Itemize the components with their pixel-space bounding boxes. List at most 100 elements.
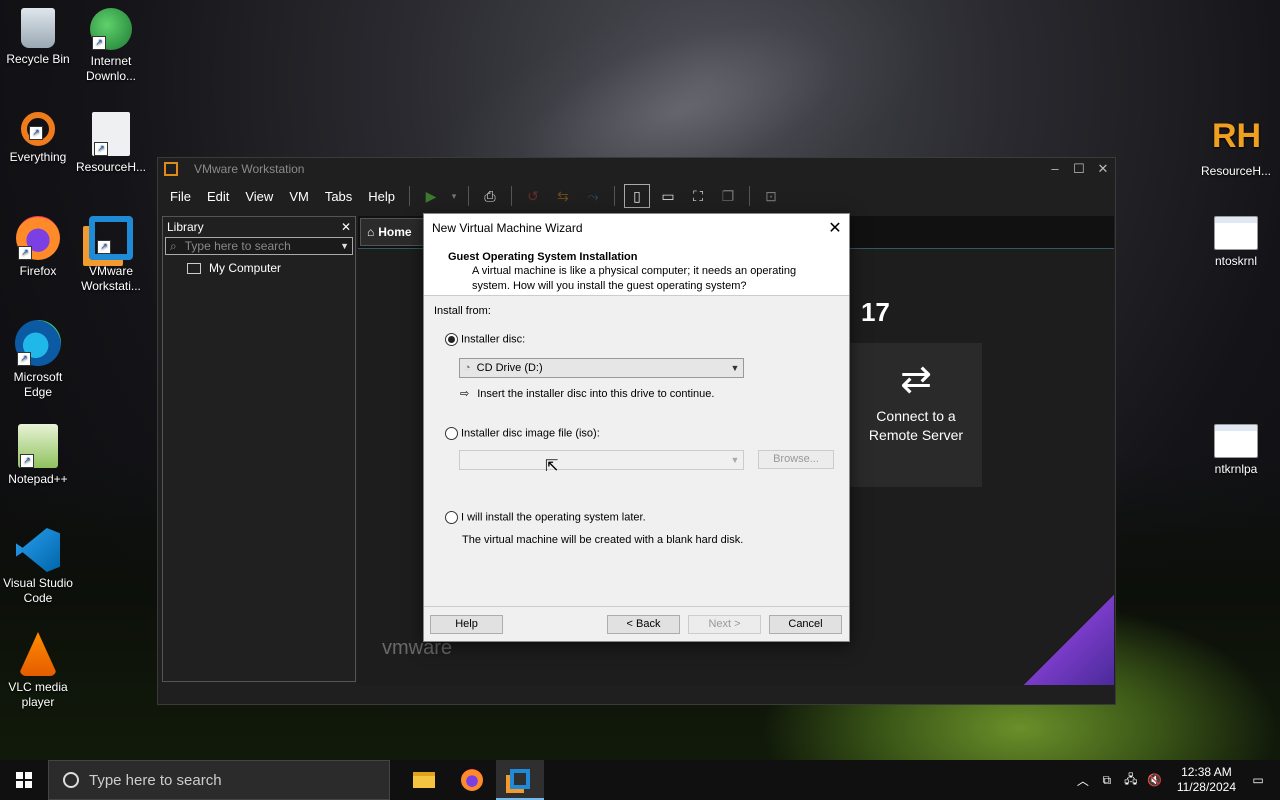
radio-install-later[interactable]: I will install the operating system late… — [445, 511, 646, 524]
desktop-icon-vmware[interactable]: ↗ VMware Workstati... — [73, 212, 149, 294]
wizard-subtext-line1: A virtual machine is like a physical com… — [472, 265, 797, 277]
windows-logo-icon — [16, 772, 32, 788]
menu-file[interactable]: File — [162, 189, 199, 204]
taskbar-firefox[interactable] — [448, 760, 496, 800]
desktop-icon-label: Microsoft Edge — [13, 370, 63, 399]
desktop-icon-label: ResourceH... — [1200, 164, 1272, 178]
connect-remote-server-card[interactable]: ⇄ Connect to a Remote Server — [850, 343, 982, 487]
send-keys-icon[interactable]: ⎙ — [478, 185, 502, 207]
play-icon[interactable]: ▶ — [419, 185, 443, 207]
clock[interactable]: 12:38 AM 11/28/2024 — [1177, 765, 1236, 795]
desktop-icon-label: Recycle Bin — [6, 52, 70, 66]
desktop-icon-label: Firefox — [19, 264, 57, 278]
wizard-title: New Virtual Machine Wizard — [432, 221, 583, 235]
vmware-menubar: File Edit View VM Tabs Help ▶ ▾ ⎙ ↺ ⇆ ⤳ … — [158, 180, 1115, 212]
chevron-down-icon[interactable]: ▾ — [449, 185, 459, 207]
radio-label: Installer disc image file (iso): — [461, 427, 600, 440]
close-library-icon[interactable]: ✕ — [341, 220, 351, 234]
folder-icon — [413, 772, 435, 788]
menu-tabs[interactable]: Tabs — [317, 189, 360, 204]
radio-label: Installer disc: — [461, 333, 526, 346]
close-icon[interactable]: ✕ — [1091, 161, 1115, 177]
vmware-titlebar[interactable]: VMware Workstation – ☐ ✕ — [158, 158, 1115, 180]
show-library-icon[interactable]: ▯ — [624, 184, 651, 208]
library-tree-my-computer[interactable]: My Computer — [163, 255, 355, 275]
desktop-icon-label: Everything — [9, 150, 67, 164]
help-button[interactable]: Help — [430, 615, 503, 634]
desktop-icon-resourcehacker-right[interactable]: RH ResourceH... — [1198, 108, 1274, 179]
library-search-input[interactable]: ⌕ Type here to search ▼ — [165, 237, 353, 255]
toolbar-separator — [511, 186, 513, 206]
taskbar-vmware[interactable] — [496, 760, 544, 800]
desktop-icon-ntkrnlpa[interactable]: ntkrnlpa — [1198, 420, 1274, 477]
tab-home-label: Home — [378, 225, 412, 239]
taskbar-search-placeholder: Type here to search — [89, 771, 222, 789]
desktop-icon-edge[interactable]: ↗ Microsoft Edge — [0, 316, 76, 400]
cd-drive-icon: ◔ — [464, 362, 471, 374]
taskbar-file-explorer[interactable] — [400, 760, 448, 800]
full-screen-icon[interactable]: ⛶ — [686, 185, 710, 207]
disc-hint-text: Insert the installer disc into this driv… — [477, 388, 715, 400]
maximize-icon[interactable]: ☐ — [1067, 161, 1091, 177]
mouse-cursor-icon: ⇱ — [545, 458, 559, 475]
desktop-icon-ntoskrnl[interactable]: ntoskrnl — [1198, 212, 1274, 269]
remote-card-label: Connect to a Remote Server — [868, 408, 964, 443]
notifications-icon[interactable]: ▭ — [1246, 773, 1270, 787]
network-icon[interactable]: 🖧 — [1119, 770, 1143, 791]
desktop-icon-notepadpp[interactable]: ↗ Notepad++ — [0, 420, 76, 487]
radio-button-checked[interactable] — [445, 333, 458, 346]
desktop-icon-everything[interactable]: ↗ Everything — [0, 108, 76, 165]
toolbar-separator — [614, 186, 616, 206]
close-icon[interactable]: ✕ — [821, 218, 849, 238]
start-button[interactable] — [0, 760, 48, 800]
desktop-icon-label: Visual Studio Code — [3, 576, 73, 605]
tab-home[interactable]: ⌂ Home — [360, 218, 424, 246]
radio-installer-iso[interactable]: Installer disc image file (iso): — [445, 427, 600, 440]
radio-button[interactable] — [445, 511, 458, 524]
unity-icon[interactable]: ❐ — [716, 185, 740, 207]
snapshot-icon[interactable]: ↺ — [521, 185, 545, 207]
desktop-icon-firefox[interactable]: ↗ Firefox — [0, 212, 76, 279]
menu-help[interactable]: Help — [360, 189, 403, 204]
vmware-window-title: VMware Workstation — [194, 162, 305, 176]
desktop-icon-vlc[interactable]: VLC media player — [0, 628, 76, 710]
disc-drive-select[interactable]: ◔ CD Drive (D:) ▼ — [459, 358, 744, 378]
minimize-icon[interactable]: – — [1043, 161, 1067, 177]
chevron-down-icon[interactable]: ▼ — [340, 241, 352, 251]
desktop-icon-internet-download-manager[interactable]: ↗ Internet Downlo... — [73, 4, 149, 84]
desktop-icon-recycle-bin[interactable]: Recycle Bin — [0, 4, 76, 67]
wizard-titlebar[interactable]: New Virtual Machine Wizard ✕ — [424, 214, 849, 242]
menu-view[interactable]: View — [237, 189, 281, 204]
revert-snapshot-icon[interactable]: ⇆ — [551, 185, 575, 207]
desktop-icon-label: VMware Workstati... — [81, 264, 141, 293]
cancel-button[interactable]: Cancel — [769, 615, 842, 634]
back-button[interactable]: < Back — [607, 615, 680, 634]
clock-time: 12:38 AM — [1181, 765, 1232, 779]
firefox-icon — [461, 769, 483, 791]
clock-date: 11/28/2024 — [1176, 780, 1236, 794]
radio-button[interactable] — [445, 427, 458, 440]
desktop-icon-resourcehacker[interactable]: ↗ ResourceH... — [73, 108, 149, 175]
wizard-footer: Help < Back Next > Cancel — [424, 606, 849, 642]
search-icon: ⌕ — [170, 238, 177, 253]
task-view-icon[interactable]: ⧉ — [1095, 773, 1119, 788]
menu-vm[interactable]: VM — [281, 189, 317, 204]
decorative-corner — [1024, 595, 1114, 685]
browse-button[interactable]: Browse... — [758, 450, 834, 469]
taskbar-search-box[interactable]: Type here to search — [48, 760, 390, 800]
chevron-up-icon[interactable]: ︿ — [1071, 772, 1095, 789]
vscode-icon — [16, 528, 60, 572]
edge-icon: ↗ — [15, 320, 61, 366]
resource-file-icon: ↗ — [92, 112, 130, 156]
desktop-icon-vscode[interactable]: Visual Studio Code — [0, 524, 76, 606]
snapshot-manager-icon[interactable]: ⤳ — [581, 185, 605, 207]
chevron-down-icon: ▼ — [730, 455, 740, 465]
install-from-label: Install from: — [434, 305, 491, 317]
volume-muted-icon[interactable]: 🔇 — [1143, 773, 1167, 787]
radio-installer-disc[interactable]: Installer disc: — [445, 333, 525, 346]
iso-path-combobox[interactable]: ▼ — [459, 450, 744, 470]
menu-edit[interactable]: Edit — [199, 189, 237, 204]
thumbnail-bar-icon[interactable]: ▭ — [656, 185, 680, 207]
next-button[interactable]: Next > — [688, 615, 761, 634]
console-view-icon[interactable]: ⊡ — [759, 185, 783, 207]
